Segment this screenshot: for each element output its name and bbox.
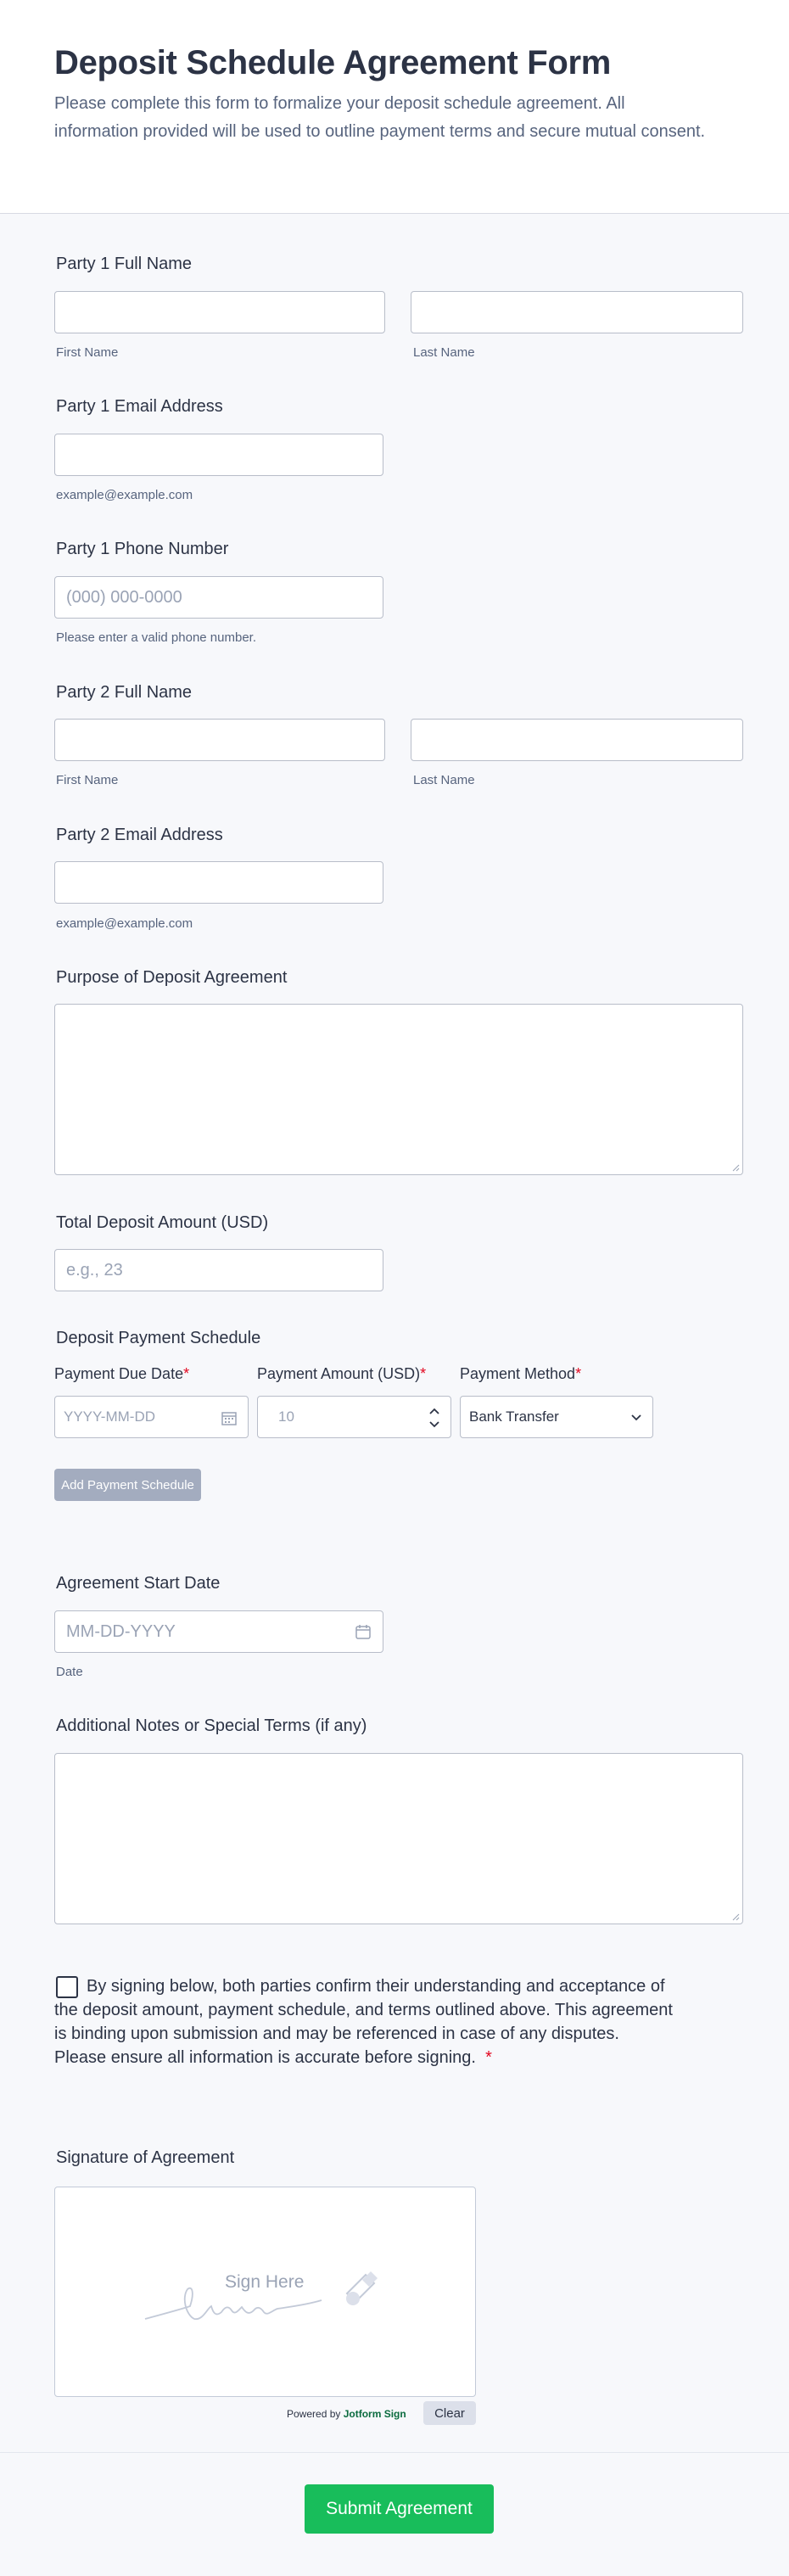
purpose-textarea[interactable]: [54, 1004, 743, 1175]
resize-grip-icon[interactable]: [731, 1912, 740, 1921]
required-marker: *: [183, 1365, 190, 1382]
amount-placeholder: 10: [278, 1408, 294, 1425]
party2-last-name-sublabel: Last Name: [413, 773, 475, 787]
resize-grip-icon[interactable]: [731, 1163, 740, 1172]
submit-agreement-button[interactable]: Submit Agreement: [305, 2484, 494, 2534]
party1-last-name-sublabel: Last Name: [413, 345, 475, 360]
payment-method-value: Bank Transfer: [469, 1408, 559, 1425]
party2-first-name-sublabel: First Name: [56, 773, 119, 787]
party2-email-input[interactable]: [54, 861, 383, 904]
party1-email-sublabel: example@example.com: [56, 488, 193, 502]
party2-first-name-input[interactable]: [54, 719, 385, 761]
calendar-icon[interactable]: [355, 1624, 371, 1639]
clear-signature-button[interactable]: Clear: [423, 2401, 476, 2425]
notes-textarea[interactable]: [54, 1753, 743, 1924]
party1-phone-input[interactable]: (000) 000-0000: [54, 576, 383, 619]
required-marker: *: [575, 1365, 582, 1382]
party2-name-label: Party 2 Full Name: [56, 683, 193, 702]
payment-due-date-input[interactable]: YYYY-MM-DD: [54, 1396, 249, 1438]
form-description: Please complete this form to formalize y…: [54, 94, 706, 141]
amount-column-label: Payment Amount (USD)*: [257, 1365, 427, 1382]
party1-name-label: Party 1 Full Name: [56, 255, 193, 273]
start-date-placeholder: MM-DD-YYYY: [66, 1621, 176, 1641]
calendar-icon[interactable]: [221, 1410, 237, 1425]
total-deposit-label: Total Deposit Amount (USD): [56, 1213, 269, 1232]
start-date-input[interactable]: MM-DD-YYYY: [54, 1610, 383, 1653]
party2-email-label: Party 2 Email Address: [56, 826, 223, 844]
payment-method-select[interactable]: Bank Transfer: [460, 1396, 653, 1438]
signature-scribble-icon: [144, 2271, 378, 2320]
party1-email-label: Party 1 Email Address: [56, 397, 223, 416]
required-marker: *: [420, 1365, 427, 1382]
form-header: Deposit Schedule Agreement Form Please c…: [0, 0, 789, 214]
party1-phone-sublabel: Please enter a valid phone number.: [56, 630, 256, 645]
add-payment-schedule-button[interactable]: Add Payment Schedule: [54, 1469, 201, 1501]
start-date-label: Agreement Start Date: [56, 1574, 221, 1593]
consent-text: By signing below, both parties confirm t…: [54, 1977, 673, 2067]
party2-email-sublabel: example@example.com: [56, 916, 193, 931]
form-title: Deposit Schedule Agreement Form: [54, 44, 612, 81]
footer-divider: [0, 2452, 789, 2453]
party1-email-input[interactable]: [54, 434, 383, 476]
powered-by-text: Powered by Jotform Sign: [287, 2408, 406, 2420]
party1-last-name-input[interactable]: [411, 291, 743, 333]
required-marker: *: [485, 2048, 492, 2067]
signature-label: Signature of Agreement: [56, 2148, 235, 2167]
signature-pad[interactable]: Sign Here: [54, 2187, 476, 2397]
start-date-sublabel: Date: [56, 1665, 83, 1679]
party1-first-name-input[interactable]: [54, 291, 385, 333]
method-column-label: Payment Method*: [460, 1365, 582, 1382]
notes-label: Additional Notes or Special Terms (if an…: [56, 1716, 367, 1735]
schedule-label: Deposit Payment Schedule: [56, 1329, 261, 1347]
total-deposit-input[interactable]: e.g., 23: [54, 1249, 383, 1291]
consent-checkbox[interactable]: [56, 1976, 78, 1998]
due-date-placeholder: YYYY-MM-DD: [64, 1408, 155, 1425]
stepper-icon[interactable]: [428, 1407, 440, 1429]
chevron-down-icon: [631, 1414, 641, 1421]
party1-phone-label: Party 1 Phone Number: [56, 540, 229, 558]
jotform-sign-brand[interactable]: Jotform Sign: [344, 2408, 406, 2420]
payment-amount-input[interactable]: 10: [257, 1396, 451, 1438]
due-date-column-label: Payment Due Date*: [54, 1365, 190, 1382]
purpose-label: Purpose of Deposit Agreement: [56, 968, 288, 987]
party1-first-name-sublabel: First Name: [56, 345, 119, 360]
party2-last-name-input[interactable]: [411, 719, 743, 761]
